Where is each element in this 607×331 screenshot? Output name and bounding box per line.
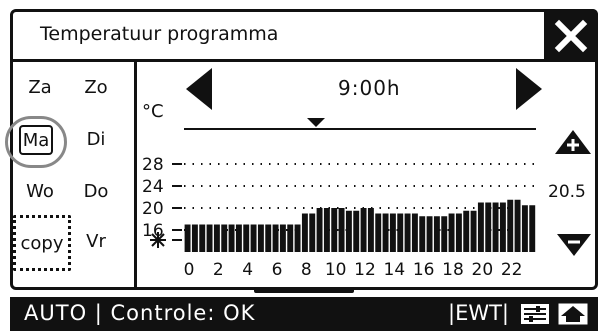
temperature-bar	[499, 202, 506, 252]
temperature-bar	[228, 224, 235, 252]
temperature-bar	[309, 213, 316, 252]
x-tick-label: 18	[442, 260, 464, 280]
temperature-bar	[433, 216, 440, 252]
temperature-bar	[448, 213, 455, 252]
scroll-indicator	[254, 287, 354, 293]
x-tick-label: 14	[384, 260, 406, 280]
x-tick-label: 22	[501, 260, 523, 280]
temperature-bar	[389, 213, 396, 252]
temperature-bar	[382, 213, 389, 252]
x-tick-label: 6	[272, 260, 283, 280]
x-tick-label: 12	[354, 260, 376, 280]
y-tick-label: 20	[142, 199, 164, 219]
temperature-bar	[463, 210, 470, 252]
y-tick-label: 24	[142, 177, 164, 197]
temperature-bar	[514, 199, 521, 252]
temperature-bar	[279, 224, 286, 252]
temperature-bar	[184, 224, 191, 252]
x-tick-label: 8	[301, 260, 312, 280]
temperature-bar	[477, 202, 484, 252]
temperature-bar	[397, 213, 404, 252]
temperature-bar	[301, 213, 308, 252]
x-tick-label: 2	[213, 260, 224, 280]
temperature-bar	[191, 224, 198, 252]
temperature-bar	[235, 224, 242, 252]
settings-sliders-icon[interactable]	[520, 303, 550, 325]
temperature-bar	[485, 202, 492, 252]
status-mode-text: AUTO | Controle: OK	[24, 301, 256, 325]
temperature-chart: 282420160 2 4 6 8 10 12 14 16 18 20 22	[142, 118, 536, 280]
temperature-bar	[345, 210, 352, 252]
temperature-bar	[367, 208, 374, 252]
temperature-bar	[375, 213, 382, 252]
temp-up-icon[interactable]	[553, 128, 593, 156]
temperature-bar	[441, 216, 448, 252]
temperature-bar	[323, 208, 330, 252]
temperature-bar	[287, 224, 294, 252]
temperature-bar	[272, 224, 279, 252]
temperature-bar	[257, 224, 264, 252]
temperature-bar	[521, 205, 528, 252]
setpoint-value: 20.5	[548, 182, 586, 202]
temperature-bar	[206, 224, 213, 252]
time-cursor-marker	[307, 118, 325, 127]
temperature-bar	[338, 208, 345, 252]
temperature-bar	[470, 210, 477, 252]
temperature-bar	[250, 224, 257, 252]
temperature-bar	[411, 213, 418, 252]
temperature-bar	[199, 224, 206, 252]
ewt-indicator: |EWT|	[448, 301, 510, 325]
temperature-bar	[265, 224, 272, 252]
temperature-bar	[331, 208, 338, 252]
temperature-bar	[404, 213, 411, 252]
temperature-bar	[243, 224, 250, 252]
x-tick-label: 4	[242, 260, 253, 280]
temperature-bar	[419, 216, 426, 252]
temperature-bar	[492, 202, 499, 252]
temperature-bar	[316, 208, 323, 252]
x-tick-label: 20	[472, 260, 494, 280]
temperature-bar	[507, 199, 514, 252]
temperature-bar	[213, 224, 220, 252]
temperature-bar	[360, 208, 367, 252]
temperature-bar	[455, 213, 462, 252]
temperature-bar	[294, 224, 301, 252]
x-tick-label: 0	[184, 260, 195, 280]
frost-icon	[150, 232, 166, 248]
temperature-bar	[353, 210, 360, 252]
status-bar: AUTO | Controle: OK |EWT|	[10, 297, 598, 331]
x-tick-label: 16	[413, 260, 435, 280]
home-icon[interactable]	[558, 303, 588, 325]
temperature-bar	[221, 224, 228, 252]
x-tick-label: 10	[325, 260, 347, 280]
y-tick-label: 28	[142, 155, 164, 175]
temperature-bar	[529, 205, 536, 252]
temperature-bar	[426, 216, 433, 252]
temp-down-icon[interactable]	[555, 232, 593, 258]
